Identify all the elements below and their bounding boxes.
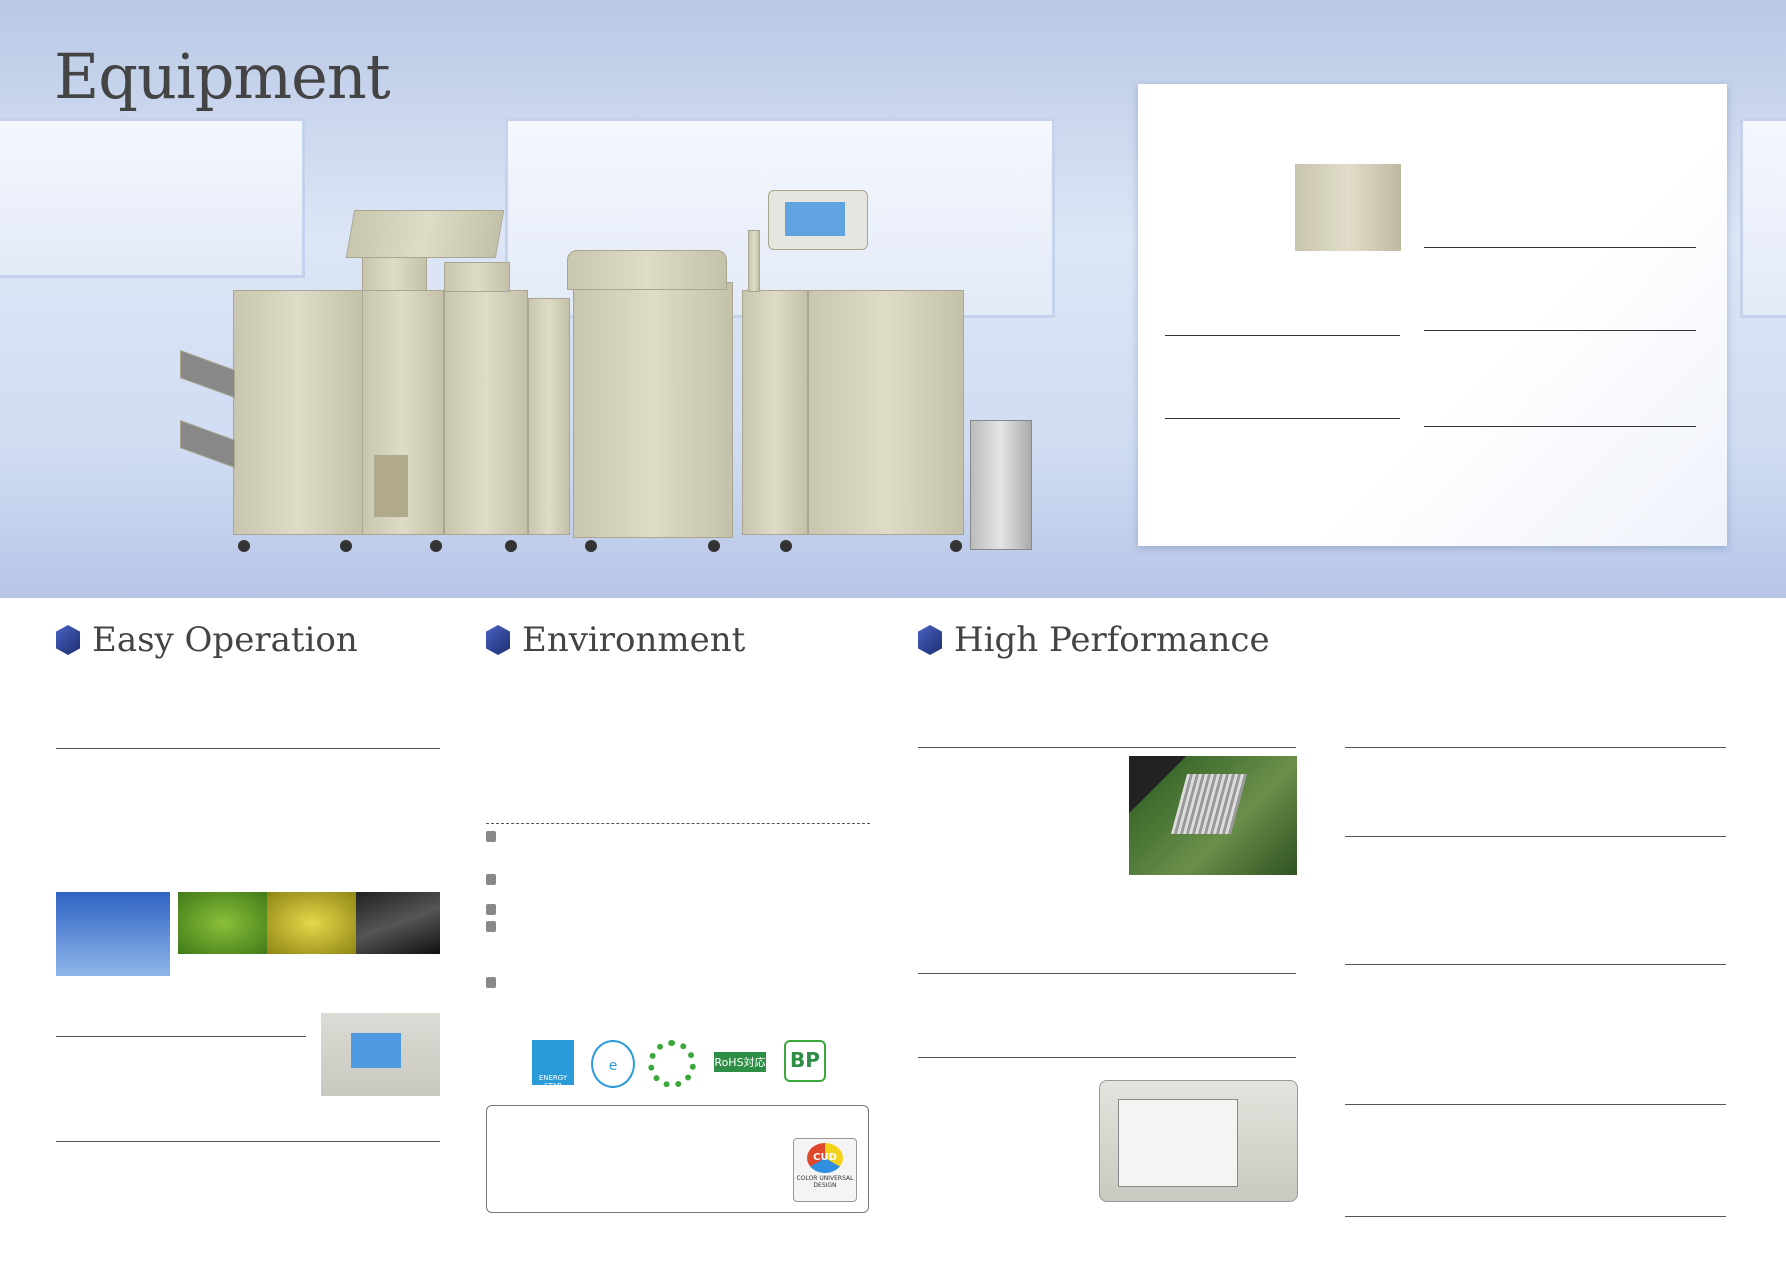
screen-thumbnail-green [178,892,268,954]
divider [918,1057,1296,1058]
background-window [1740,118,1786,318]
easy-operation-heading: Easy Operation [56,620,358,660]
environment-heading: Environment [486,620,745,660]
option-unit-image [1295,164,1401,251]
bullet-icon [486,977,496,988]
logo-text: BP [790,1048,820,1072]
screen-thumbnail-black [356,892,440,954]
hero-banner: Equipment [0,0,1786,598]
circuit-board-image [1129,756,1297,875]
divider [56,1036,306,1037]
divider [56,1141,440,1142]
divider [918,973,1296,974]
eco-mark-logo: e [591,1040,635,1088]
logo-text: ENERGY STAR [538,1074,568,1090]
heading-text: Environment [522,620,746,660]
cud-caption: COLOR UNIVERSAL DESIGN [796,1175,854,1189]
energy-star-logo: ENERGY STAR [532,1040,574,1090]
heading-text: High Performance [954,620,1270,660]
bullet-icon [486,874,496,885]
screen-thumbnail-yellow [267,892,357,954]
green-purchasing-logo [648,1040,696,1088]
hexagon-icon [486,625,510,655]
screen-thumbnail-blue [56,892,170,976]
divider [1345,747,1726,748]
divider [1345,836,1726,837]
cud-logo: CUD COLOR UNIVERSAL DESIGN [793,1138,857,1202]
biomass-plastic-logo: BP [784,1040,826,1082]
logo-text: RoHS対応 [714,1056,766,1069]
bullet-icon [486,904,496,915]
background-window [0,118,305,278]
high-performance-heading: High Performance [918,620,1270,660]
divider [918,747,1296,748]
divider [1345,1216,1726,1217]
cud-mark: CUD [807,1143,843,1173]
dashed-divider [486,823,870,824]
hexagon-icon [56,625,80,655]
touch-panel-image [1099,1080,1298,1202]
bullet-icon [486,921,496,932]
page-title: Equipment [54,40,391,113]
heading-text: Easy Operation [92,620,358,660]
hexagon-icon [918,625,942,655]
control-panel-image [321,1013,440,1096]
rohs-logo: RoHS対応 [714,1052,766,1072]
divider [56,748,440,749]
divider [1345,964,1726,965]
cud-info-box: CUD COLOR UNIVERSAL DESIGN [486,1105,869,1213]
options-panel [1138,84,1727,546]
divider [1345,1104,1726,1105]
bullet-icon [486,831,496,842]
